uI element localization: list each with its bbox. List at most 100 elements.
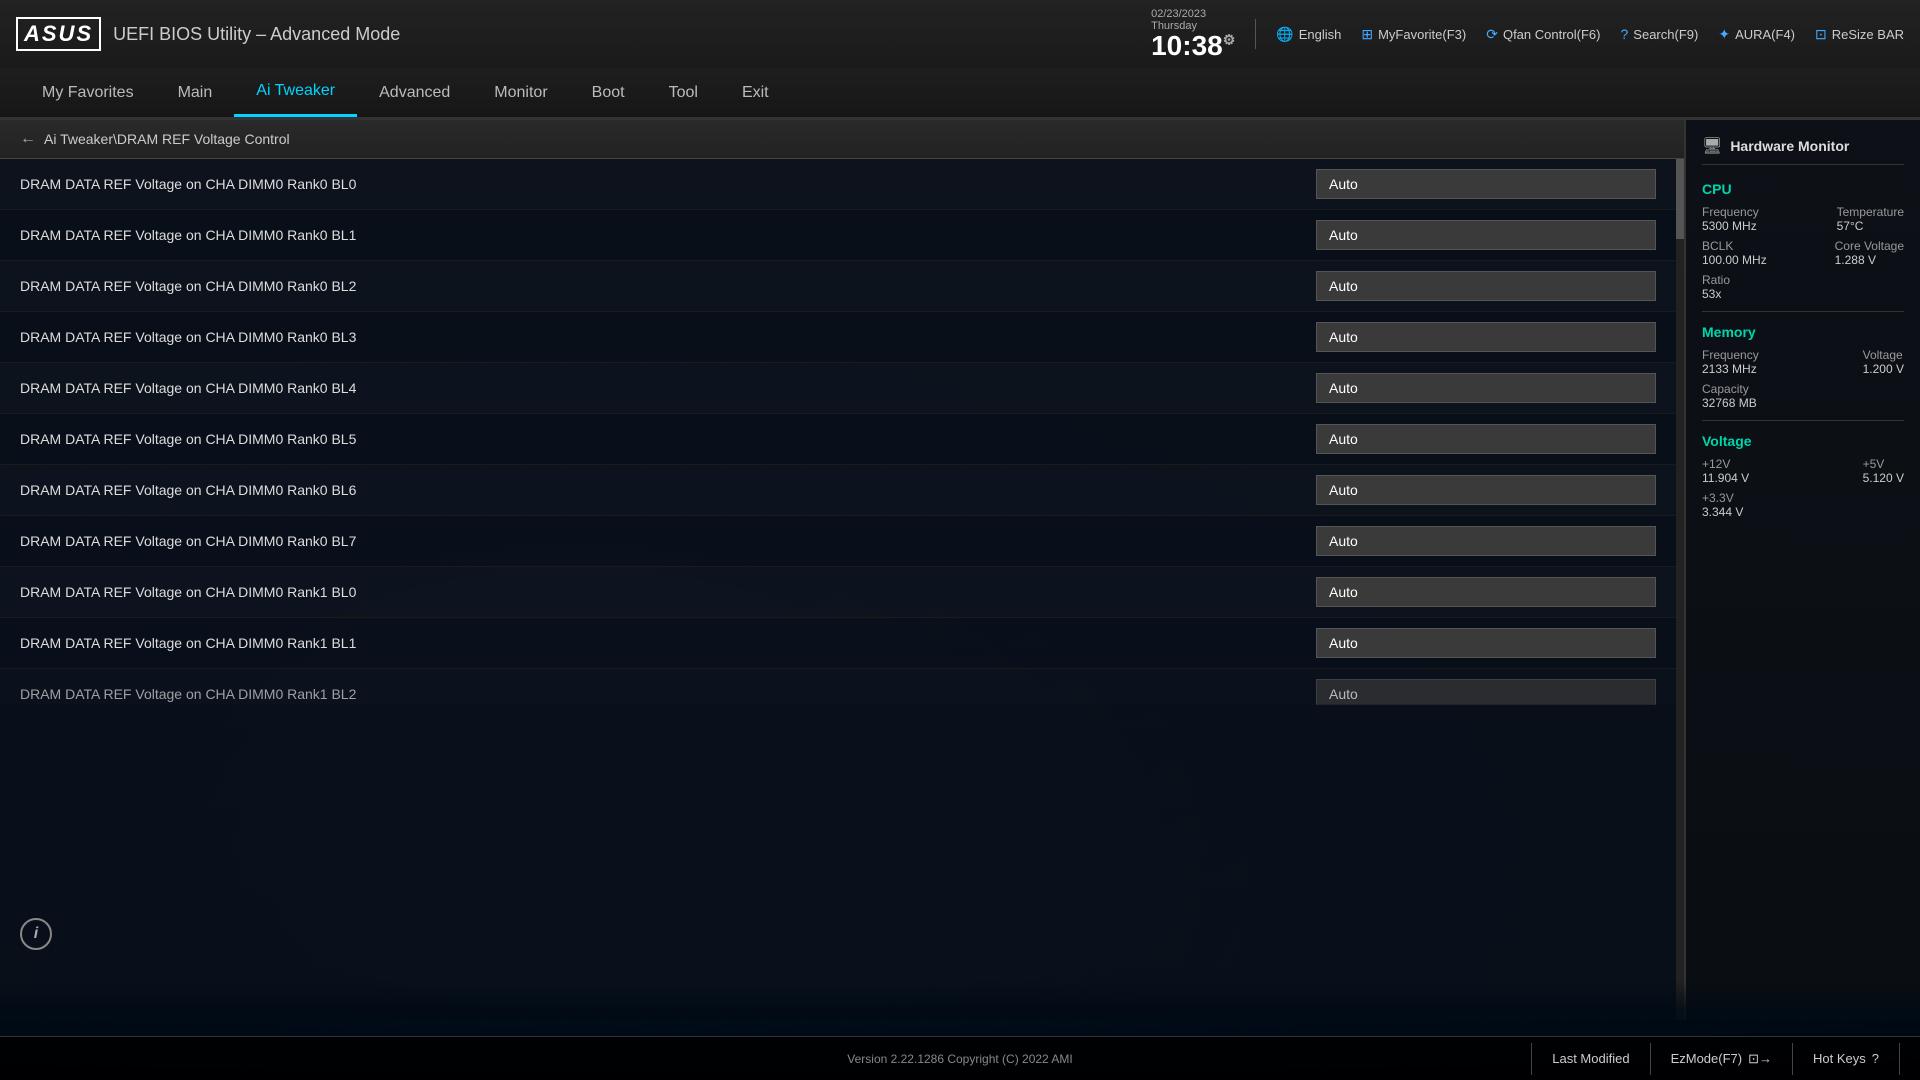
tool-search[interactable]: ? Search(F9) (1621, 26, 1699, 42)
logo-area: ASUS UEFI BIOS Utility – Advanced Mode (16, 17, 400, 51)
hw-divider-1 (1702, 311, 1904, 312)
setting-value[interactable]: Auto (1316, 628, 1656, 658)
v12-value: 11.904 V (1702, 471, 1749, 485)
setting-label: DRAM DATA REF Voltage on CHA DIMM0 Rank0… (20, 227, 1316, 243)
globe-icon: 🌐 (1276, 26, 1293, 43)
hot-keys-label: Hot Keys (1813, 1051, 1866, 1066)
setting-value[interactable]: Auto (1316, 322, 1656, 352)
setting-value[interactable]: Auto (1316, 271, 1656, 301)
favorite-icon: ⊞ (1361, 26, 1373, 43)
time-display: 10:38⚙ (1151, 32, 1235, 60)
last-modified-button[interactable]: Last Modified (1531, 1043, 1649, 1075)
left-panel: ← Ai Tweaker\DRAM REF Voltage Control DR… (0, 120, 1685, 1020)
setting-row[interactable]: DRAM DATA REF Voltage on CHA DIMM0 Rank0… (0, 363, 1676, 414)
scroll-thumb[interactable] (1676, 159, 1684, 239)
mem-capacity-label: Capacity (1702, 382, 1757, 396)
info-button[interactable]: i (20, 918, 52, 950)
setting-label: DRAM DATA REF Voltage on CHA DIMM0 Rank0… (20, 482, 1316, 498)
voltage-33-row: +3.3V 3.344 V (1702, 491, 1904, 519)
cpu-frequency-row: Frequency 5300 MHz Temperature 57°C (1702, 205, 1904, 233)
nav-main[interactable]: Main (156, 70, 235, 116)
mem-frequency-label: Frequency (1702, 348, 1759, 362)
cpu-temperature-value: 57°C (1837, 219, 1904, 233)
setting-row[interactable]: DRAM DATA REF Voltage on CHA DIMM0 Rank0… (0, 159, 1676, 210)
hot-keys-button[interactable]: Hot Keys ? (1792, 1043, 1900, 1075)
setting-row[interactable]: DRAM DATA REF Voltage on CHA DIMM0 Rank1… (0, 567, 1676, 618)
mem-voltage-value: 1.200 V (1863, 362, 1904, 376)
nav-exit[interactable]: Exit (720, 70, 791, 116)
nav-boot[interactable]: Boot (570, 70, 647, 116)
hw-monitor-header: 🖥 Hardware Monitor (1702, 136, 1904, 165)
tool-aura[interactable]: ✦ AURA(F4) (1718, 26, 1795, 43)
setting-row[interactable]: DRAM DATA REF Voltage on CHA DIMM0 Rank0… (0, 261, 1676, 312)
v12-label: +12V (1702, 457, 1749, 471)
setting-row[interactable]: DRAM DATA REF Voltage on CHA DIMM0 Rank0… (0, 210, 1676, 261)
nav-monitor[interactable]: Monitor (472, 70, 569, 116)
setting-row[interactable]: DRAM DATA REF Voltage on CHA DIMM0 Rank0… (0, 312, 1676, 363)
mem-capacity-row: Capacity 32768 MB (1702, 382, 1904, 410)
ez-mode-button[interactable]: EzMode(F7) ⊡→ (1650, 1043, 1792, 1075)
cpu-bclk-row: BCLK 100.00 MHz Core Voltage 1.288 V (1702, 239, 1904, 267)
setting-label: DRAM DATA REF Voltage on CHA DIMM0 Rank0… (20, 431, 1316, 447)
nav-my-favorites[interactable]: My Favorites (20, 70, 156, 116)
core-voltage-label: Core Voltage (1835, 239, 1904, 253)
bios-title: UEFI BIOS Utility – Advanced Mode (113, 24, 400, 45)
setting-label: DRAM DATA REF Voltage on CHA DIMM0 Rank1… (20, 686, 1316, 702)
breadcrumb-bar: ← Ai Tweaker\DRAM REF Voltage Control (0, 120, 1684, 159)
ez-mode-label: EzMode(F7) (1671, 1051, 1743, 1066)
scrollbar[interactable] (1676, 159, 1684, 1020)
mem-frequency-value: 2133 MHz (1702, 362, 1759, 376)
setting-value[interactable]: Auto (1316, 424, 1656, 454)
bottom-actions: Version 2.22.1286 Copyright (C) 2022 AMI… (0, 1036, 1920, 1080)
last-modified-label: Last Modified (1552, 1051, 1629, 1066)
setting-row-partial[interactable]: DRAM DATA REF Voltage on CHA DIMM0 Rank1… (0, 669, 1676, 720)
monitor-icon: 🖥 (1702, 136, 1722, 156)
aura-icon: ✦ (1718, 26, 1730, 43)
setting-label: DRAM DATA REF Voltage on CHA DIMM0 Rank0… (20, 329, 1316, 345)
header: ASUS UEFI BIOS Utility – Advanced Mode 0… (0, 0, 1920, 120)
hardware-monitor-panel: 🖥 Hardware Monitor CPU Frequency 5300 MH… (1685, 120, 1920, 1020)
setting-label: DRAM DATA REF Voltage on CHA DIMM0 Rank0… (20, 380, 1316, 396)
setting-row[interactable]: DRAM DATA REF Voltage on CHA DIMM0 Rank0… (0, 465, 1676, 516)
setting-row[interactable]: DRAM DATA REF Voltage on CHA DIMM0 Rank0… (0, 414, 1676, 465)
bottom-bar: Version 2.22.1286 Copyright (C) 2022 AMI… (0, 980, 1920, 1080)
tool-resize[interactable]: ⊡ ReSize BAR (1815, 26, 1904, 43)
ratio-value: 53x (1702, 287, 1730, 301)
datetime-area: 02/23/2023Thursday 10:38⚙ (1151, 8, 1235, 60)
cpu-temperature-label: Temperature (1837, 205, 1904, 219)
header-tools: 02/23/2023Thursday 10:38⚙ 🌐 English ⊞ My… (1151, 8, 1904, 60)
setting-value[interactable]: Auto (1316, 526, 1656, 556)
asus-logo: ASUS (16, 17, 101, 51)
voltage-12-row: +12V 11.904 V +5V 5.120 V (1702, 457, 1904, 485)
v5-value: 5.120 V (1863, 471, 1904, 485)
setting-label: DRAM DATA REF Voltage on CHA DIMM0 Rank1… (20, 584, 1316, 600)
resize-icon: ⊡ (1815, 26, 1827, 43)
tool-myfavorite[interactable]: ⊞ MyFavorite(F3) (1361, 26, 1466, 43)
setting-value[interactable]: Auto (1316, 475, 1656, 505)
search-icon: ? (1621, 26, 1629, 42)
back-arrow-icon[interactable]: ← (20, 130, 36, 148)
divider-1 (1255, 19, 1256, 49)
cpu-frequency-label: Frequency (1702, 205, 1759, 219)
setting-value[interactable]: Auto (1316, 373, 1656, 403)
setting-row[interactable]: DRAM DATA REF Voltage on CHA DIMM0 Rank0… (0, 516, 1676, 567)
nav-ai-tweaker[interactable]: Ai Tweaker (234, 68, 357, 117)
setting-value[interactable]: Auto (1316, 679, 1656, 709)
fan-icon: ⟳ (1486, 26, 1498, 43)
setting-value[interactable]: Auto (1316, 577, 1656, 607)
setting-value[interactable]: Auto (1316, 220, 1656, 250)
settings-icon[interactable]: ⚙ (1223, 32, 1236, 48)
voltage-section-title: Voltage (1702, 433, 1904, 449)
nav-tool[interactable]: Tool (647, 70, 720, 116)
setting-label: DRAM DATA REF Voltage on CHA DIMM0 Rank1… (20, 635, 1316, 651)
setting-value[interactable]: Auto (1316, 169, 1656, 199)
core-voltage-value: 1.288 V (1835, 253, 1904, 267)
tool-language[interactable]: 🌐 English (1276, 26, 1341, 43)
setting-label: DRAM DATA REF Voltage on CHA DIMM0 Rank0… (20, 176, 1316, 192)
version-text: Version 2.22.1286 Copyright (C) 2022 AMI (847, 1052, 1072, 1066)
tool-qfan[interactable]: ⟳ Qfan Control(F6) (1486, 26, 1600, 43)
setting-row[interactable]: DRAM DATA REF Voltage on CHA DIMM0 Rank1… (0, 618, 1676, 669)
mem-capacity-value: 32768 MB (1702, 396, 1757, 410)
hw-monitor-title: Hardware Monitor (1730, 138, 1849, 154)
nav-advanced[interactable]: Advanced (357, 70, 472, 116)
